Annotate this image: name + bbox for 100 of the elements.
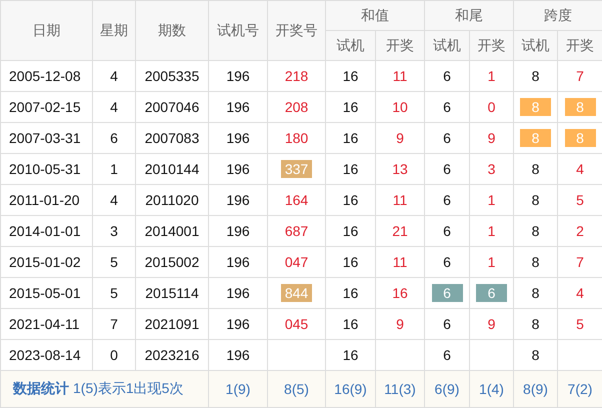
stats-cell: 1(4) <box>470 370 514 408</box>
number-value: 6 <box>443 161 451 177</box>
issue-cell: 2007083 <box>136 122 208 154</box>
number-value: 1 <box>488 223 496 239</box>
issue-cell: 2007046 <box>136 92 208 122</box>
stats-cell: 8(5) <box>268 370 326 408</box>
highlighted-number: 844 <box>281 284 312 302</box>
number-value: 5 <box>576 192 584 208</box>
number-value: 8 <box>532 347 540 363</box>
number-value: 164 <box>284 192 308 208</box>
column-header: 星期 <box>92 0 136 60</box>
number-value: 16 <box>342 99 358 115</box>
weekday-cell: 5 <box>92 246 136 278</box>
subcolumn-header: 开奖 <box>558 30 602 60</box>
issue-cell: 2010144 <box>136 154 208 184</box>
subcolumn-header: 开奖 <box>470 30 514 60</box>
trial-number-cell: 196 <box>208 154 268 184</box>
number-value: 9 <box>488 130 496 146</box>
number-value: 6 <box>443 316 451 332</box>
group-header: 跨度 <box>514 0 602 30</box>
number-value: 16 <box>392 285 408 301</box>
subcolumn-header: 开奖 <box>376 30 424 60</box>
highlighted-number: 6 <box>432 284 462 302</box>
number-value: 218 <box>284 68 308 84</box>
number-value: 180 <box>284 130 308 146</box>
stats-cell: 16(9) <box>326 370 376 408</box>
highlighted-number: 8 <box>564 98 596 116</box>
number-value: 11 <box>392 68 408 84</box>
number-value: 8 <box>532 316 540 332</box>
number-value: 4 <box>576 161 584 177</box>
weekday-cell: 6 <box>92 122 136 154</box>
number-value: 16 <box>342 192 358 208</box>
number-value: 1 <box>488 192 496 208</box>
stats-label: 数据统计 <box>13 380 69 396</box>
number-value: 8 <box>532 161 540 177</box>
highlighted-number: 8 <box>564 129 596 147</box>
trial-number-cell: 196 <box>208 184 268 216</box>
number-value: 16 <box>342 161 358 177</box>
date-cell: 2010-05-31 <box>0 154 92 184</box>
number-value: 1 <box>488 254 496 270</box>
highlighted-number: 337 <box>281 160 312 178</box>
number-value: 045 <box>284 316 308 332</box>
trial-number-cell: 196 <box>208 60 268 92</box>
trial-number-cell: 196 <box>208 216 268 246</box>
number-value: 7 <box>576 68 584 84</box>
stats-cell: 8(9) <box>514 370 558 408</box>
trial-number-cell: 196 <box>208 308 268 340</box>
number-value: 9 <box>396 316 404 332</box>
number-value: 4 <box>576 285 584 301</box>
weekday-cell: 3 <box>92 216 136 246</box>
subcolumn-header: 试机 <box>514 30 558 60</box>
number-value: 8 <box>532 68 540 84</box>
issue-cell: 2015002 <box>136 246 208 278</box>
stats-cell: 7(2) <box>558 370 602 408</box>
number-value: 687 <box>284 223 308 239</box>
weekday-cell: 7 <box>92 308 136 340</box>
trial-number-cell: 196 <box>208 278 268 308</box>
weekday-cell: 4 <box>92 60 136 92</box>
number-value: 8 <box>532 223 540 239</box>
stats-cell: 6(9) <box>424 370 470 408</box>
date-cell: 2007-03-31 <box>0 122 92 154</box>
number-value: 6 <box>443 68 451 84</box>
trial-number-cell: 196 <box>208 122 268 154</box>
number-value: 9 <box>488 316 496 332</box>
column-header: 开奖号 <box>268 0 326 60</box>
weekday-cell: 4 <box>92 92 136 122</box>
trial-number-cell: 196 <box>208 92 268 122</box>
column-header: 试机号 <box>208 0 268 60</box>
date-cell: 2005-12-08 <box>0 60 92 92</box>
group-header: 和值 <box>326 0 424 30</box>
date-cell: 2011-01-20 <box>0 184 92 216</box>
number-value: 0 <box>488 99 496 115</box>
highlighted-number: 8 <box>520 98 551 116</box>
subcolumn-header: 试机 <box>424 30 470 60</box>
date-cell: 2015-01-02 <box>0 246 92 278</box>
number-value: 11 <box>392 254 408 270</box>
issue-cell: 2015114 <box>136 278 208 308</box>
number-value: 16 <box>342 254 358 270</box>
stats-note: 1(5)表示1出现5次 <box>73 380 184 396</box>
issue-cell: 2011020 <box>136 184 208 216</box>
stats-cell: 11(3) <box>376 370 424 408</box>
number-value: 11 <box>392 192 408 208</box>
number-value: 6 <box>443 254 451 270</box>
issue-cell: 2021091 <box>136 308 208 340</box>
number-value: 6 <box>443 99 451 115</box>
column-header: 期数 <box>136 0 208 60</box>
stats-cell: 1(9) <box>208 370 268 408</box>
number-value: 7 <box>576 254 584 270</box>
number-value: 9 <box>396 130 404 146</box>
number-value: 6 <box>443 223 451 239</box>
number-value: 2 <box>576 223 584 239</box>
date-cell: 2007-02-15 <box>0 92 92 122</box>
number-value: 8 <box>532 285 540 301</box>
number-value: 3 <box>488 161 496 177</box>
number-value: 6 <box>443 192 451 208</box>
number-value: 10 <box>392 99 408 115</box>
date-cell: 2021-04-11 <box>0 308 92 340</box>
number-value: 047 <box>284 254 308 270</box>
issue-cell: 2005335 <box>136 60 208 92</box>
number-value: 16 <box>342 316 358 332</box>
